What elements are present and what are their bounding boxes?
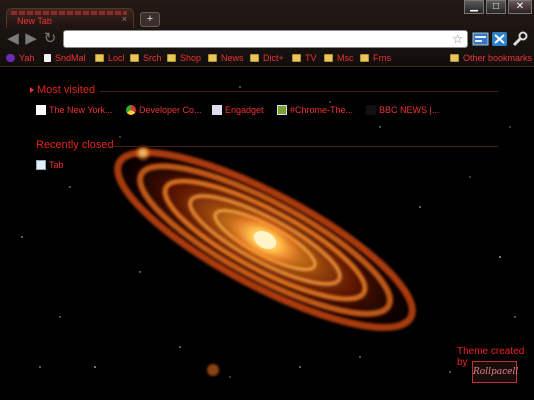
green-image-icon	[277, 105, 287, 115]
close-window-button[interactable]: ✕	[508, 0, 532, 14]
theme-creator-logo-text: Rollpacell	[473, 367, 519, 377]
tile-label: Engadget	[225, 105, 264, 115]
folder-icon	[450, 54, 459, 62]
maximize-button[interactable]: □	[486, 0, 506, 14]
folder-icon	[167, 54, 176, 62]
browser-frame: New Tab × + ▁ □ ✕ ◀ ▶ ↻ ☆ Yah SndMal Loc…	[0, 0, 534, 67]
back-button[interactable]: ◀	[4, 30, 22, 48]
recently-closed-label: Tab	[49, 160, 64, 170]
recently-closed-title[interactable]: Recently closed	[36, 139, 114, 151]
other-bookmarks[interactable]: Other bookmarks	[450, 52, 532, 64]
galaxy-background-image	[21, 86, 516, 378]
folder-icon	[130, 54, 139, 62]
most-visited-tile[interactable]: Engadget	[212, 105, 264, 116]
folder-icon	[360, 54, 369, 62]
folder-icon	[95, 54, 104, 62]
most-visited-tile[interactable]: Developer Co...	[126, 105, 202, 116]
minimize-button[interactable]: ▁	[464, 0, 484, 14]
tile-label: The New York...	[49, 105, 113, 115]
forward-button[interactable]: ▶	[22, 30, 40, 48]
address-bar[interactable]: ☆	[63, 30, 468, 48]
chrome-icon	[126, 105, 136, 115]
feed-icon	[212, 105, 222, 115]
tile-label: BBC NEWS |...	[379, 105, 440, 115]
bookmark-srch[interactable]: Srch	[130, 52, 162, 64]
bookmark-sndmal[interactable]: SndMal	[44, 52, 86, 64]
bookmark-label: Frns	[373, 53, 391, 63]
new-tab-page: Most visited The New York... Developer C…	[0, 67, 534, 400]
most-visited-tile[interactable]: The New York...	[36, 105, 113, 116]
bookmark-label: Msc	[337, 53, 354, 63]
yahoo-icon	[6, 54, 15, 62]
recently-closed-item[interactable]: Tab	[36, 160, 64, 171]
bookmark-yah[interactable]: Yah	[6, 52, 34, 64]
nyt-icon	[36, 105, 46, 115]
bookmark-locl[interactable]: Locl	[95, 52, 125, 64]
extension-icon[interactable]	[491, 31, 508, 47]
folder-icon	[324, 54, 333, 62]
tab-stripe-decoration	[11, 11, 127, 15]
tile-label: #Chrome-The...	[290, 105, 354, 115]
folder-icon	[250, 54, 259, 62]
folder-icon	[208, 54, 217, 62]
bookmark-label: Yah	[19, 53, 35, 63]
bookmark-dict[interactable]: Dict+	[250, 52, 284, 64]
tile-label: Developer Co...	[139, 105, 202, 115]
bookmark-frns[interactable]: Frns	[360, 52, 391, 64]
page-icon	[36, 160, 46, 170]
bookmark-tv[interactable]: TV	[292, 52, 317, 64]
theme-creator-logo[interactable]: Rollpacell	[472, 361, 519, 383]
bookmark-shop[interactable]: Shop	[167, 52, 201, 64]
bookmark-label: TV	[305, 53, 317, 63]
bookmark-label: News	[221, 53, 244, 63]
new-tab-button[interactable]: +	[140, 12, 160, 27]
bookmark-label: SndMal	[55, 53, 86, 63]
wrench-icon[interactable]	[511, 31, 528, 47]
bookmark-label: Dict+	[263, 53, 284, 63]
other-bookmarks-label: Other bookmarks	[463, 53, 533, 63]
most-visited-title[interactable]: Most visited	[37, 84, 95, 96]
reload-button[interactable]: ↻	[41, 30, 59, 48]
bookmark-label: Locl	[108, 53, 125, 63]
folder-icon	[292, 54, 301, 62]
most-visited-divider	[100, 91, 498, 92]
page-icon	[44, 54, 51, 62]
most-visited-tile[interactable]: #Chrome-The...	[277, 105, 353, 116]
tab-new-tab[interactable]: New Tab ×	[6, 8, 134, 28]
bookmark-news[interactable]: News	[208, 52, 244, 64]
bbc-icon	[366, 105, 376, 115]
bookmark-star-icon[interactable]: ☆	[452, 31, 463, 47]
tab-close-icon[interactable]: ×	[122, 14, 127, 24]
most-visited-toggle-icon[interactable]	[30, 87, 34, 93]
tab-title: New Tab	[17, 16, 52, 26]
most-visited-tile[interactable]: BBC NEWS |...	[366, 105, 439, 116]
bookmark-label: Srch	[143, 53, 162, 63]
recently-closed-divider	[108, 146, 498, 147]
bookmark-msc[interactable]: Msc	[324, 52, 354, 64]
page-menu-icon[interactable]	[472, 31, 489, 47]
bookmark-label: Shop	[180, 53, 202, 63]
